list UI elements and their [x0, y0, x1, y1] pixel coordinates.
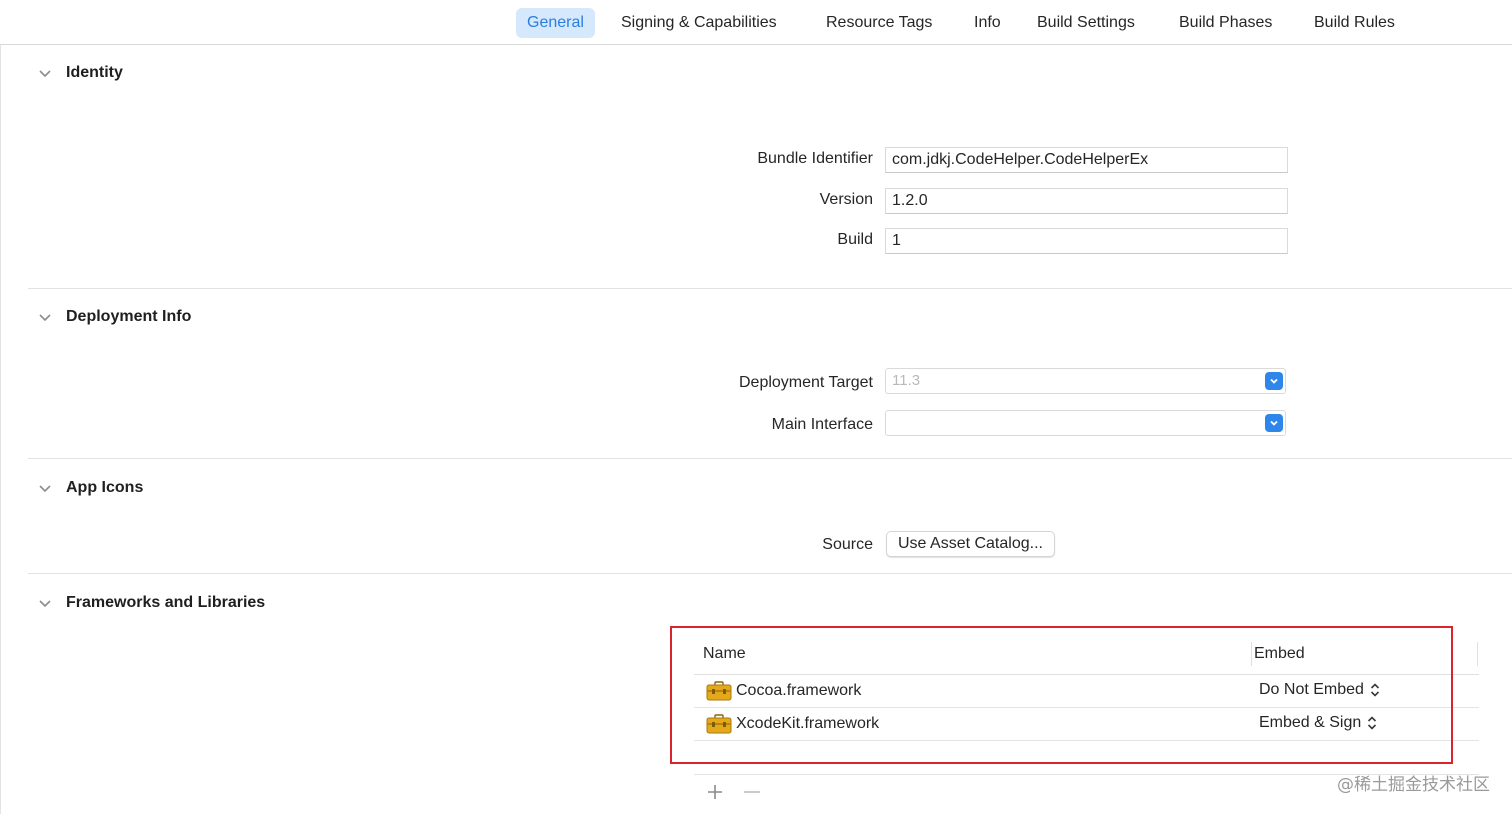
deployment-target-label: Deployment Target [739, 374, 873, 391]
section-title: Frameworks and Libraries [66, 594, 266, 611]
chevron-down-icon[interactable] [36, 308, 54, 326]
chevron-down-icon[interactable] [36, 479, 54, 497]
column-separator[interactable] [1477, 642, 1478, 666]
left-border [0, 45, 1, 814]
use-asset-catalog-button[interactable]: Use Asset Catalog... [886, 531, 1055, 557]
deployment-target-select[interactable]: 11.3 [885, 368, 1286, 394]
chevron-down-icon[interactable] [36, 594, 54, 612]
add-icon[interactable] [703, 780, 727, 804]
section-title: Identity [66, 64, 123, 81]
source-label: Source [822, 536, 873, 553]
version-label: Version [819, 191, 873, 208]
tab-resource-tags[interactable]: Resource Tags [815, 8, 943, 38]
general-settings-page: General Signing & Capabilities Resource … [0, 0, 1512, 814]
tab-signing-capabilities[interactable]: Signing & Capabilities [610, 8, 788, 38]
tab-general[interactable]: General [516, 8, 595, 38]
remove-icon[interactable] [740, 780, 764, 804]
main-interface-label: Main Interface [771, 416, 873, 433]
section-app-icons-header[interactable]: App Icons [36, 476, 143, 500]
section-title: App Icons [66, 479, 144, 496]
popup-arrow-icon[interactable] [1265, 414, 1283, 432]
bundle-identifier-label: Bundle Identifier [757, 150, 873, 167]
tab-build-rules[interactable]: Build Rules [1303, 8, 1406, 38]
version-field[interactable]: 1.2.0 [885, 188, 1288, 214]
section-title: Deployment Info [66, 308, 192, 325]
tab-info[interactable]: Info [963, 8, 1012, 38]
deployment-target-value: 11.3 [892, 372, 921, 389]
section-deployment-header[interactable]: Deployment Info [36, 305, 191, 329]
tab-build-phases[interactable]: Build Phases [1168, 8, 1283, 38]
watermark-text: @稀土掘金技术社区 [1337, 775, 1490, 795]
section-divider [28, 458, 1512, 459]
section-frameworks-header[interactable]: Frameworks and Libraries [36, 591, 265, 615]
tab-build-settings[interactable]: Build Settings [1026, 8, 1146, 38]
main-interface-select[interactable] [885, 410, 1286, 436]
bundle-identifier-field[interactable]: com.jdkj.CodeHelper.CodeHelperEx [885, 147, 1288, 173]
section-identity-header[interactable]: Identity [36, 61, 123, 85]
annotation-highlight-box [670, 626, 1453, 764]
chevron-down-icon[interactable] [36, 64, 54, 82]
popup-arrow-icon[interactable] [1265, 372, 1283, 390]
section-divider [28, 288, 1512, 289]
section-divider [28, 573, 1512, 574]
build-field[interactable]: 1 [885, 228, 1288, 254]
editor-tab-bar: General Signing & Capabilities Resource … [0, 0, 1512, 45]
build-label: Build [837, 231, 873, 248]
